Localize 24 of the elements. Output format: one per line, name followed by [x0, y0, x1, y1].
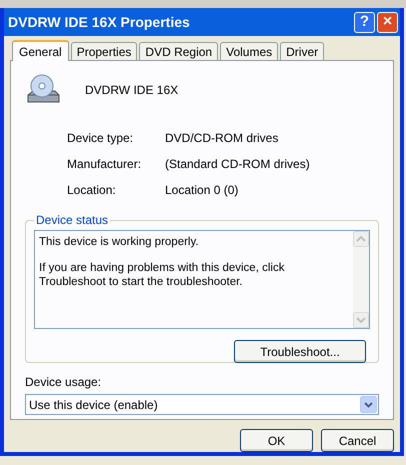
- status-message: If you are having problems with this device, click Troubleshoot to start the troubleshooter.: [39, 261, 286, 289]
- status-message: This device is working properly.: [39, 235, 200, 249]
- device-usage-dropdown[interactable]: Use this device (enable): [25, 394, 379, 415]
- tab[interactable]: Driver: [280, 42, 324, 60]
- property-value: Location 0 (0): [165, 182, 238, 199]
- ok-button[interactable]: OK: [240, 429, 313, 452]
- tab[interactable]: General: [12, 40, 69, 61]
- tab[interactable]: DVD Region: [139, 42, 218, 60]
- tab[interactable]: Volumes: [220, 42, 278, 60]
- device-name: DVDRW IDE 16X: [85, 82, 178, 99]
- property-value: DVD/CD-ROM drives: [165, 130, 278, 147]
- group-title: Device status: [35, 212, 110, 229]
- device-usage-label: Device usage:: [25, 374, 102, 391]
- tab[interactable]: Properties: [70, 42, 138, 60]
- troubleshoot-button[interactable]: Troubleshoot...: [234, 340, 366, 363]
- close-button[interactable]: ×: [377, 12, 398, 32]
- property-label: Manufacturer:: [67, 156, 142, 173]
- property-label: Location:: [67, 182, 117, 199]
- property-value: (Standard CD-ROM drives): [165, 156, 310, 173]
- property-label: Device type:: [67, 130, 134, 147]
- help-button[interactable]: ?: [354, 12, 375, 32]
- dropdown-value: Use this device (enable): [29, 396, 159, 414]
- cancel-button[interactable]: Cancel: [321, 429, 394, 452]
- window-title: DVDRW IDE 16X Properties: [8, 12, 191, 32]
